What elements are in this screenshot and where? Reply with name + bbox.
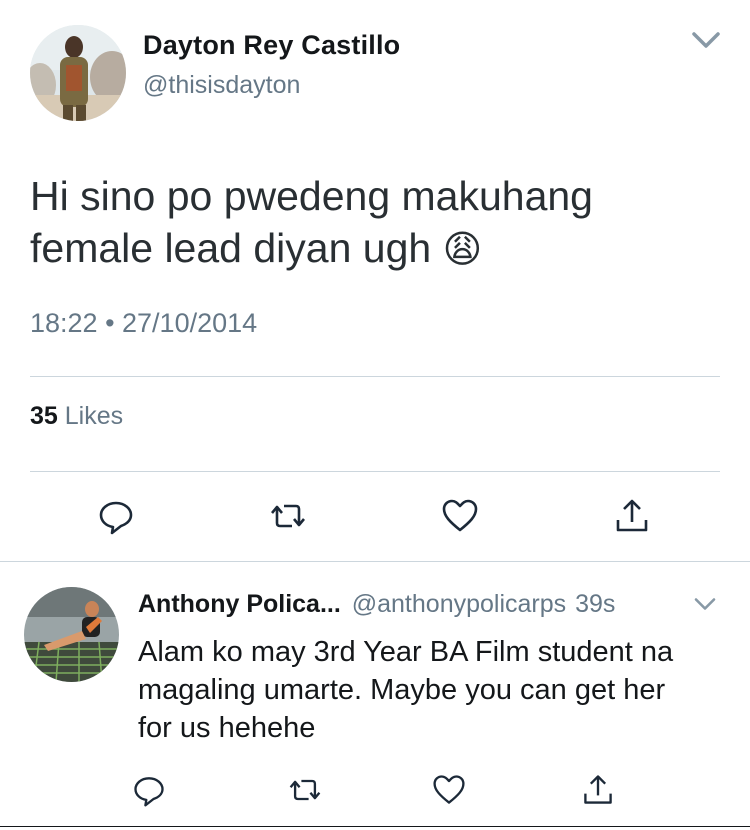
tweet-text-content: Hi sino po pwedeng makuhang female lead …: [30, 173, 593, 271]
chevron-down-icon[interactable]: [686, 22, 726, 58]
retweet-icon[interactable]: [268, 496, 308, 536]
like-icon[interactable]: [440, 496, 480, 536]
tweet-timestamp: 18:22 • 27/10/2014: [30, 308, 258, 338]
share-icon[interactable]: [612, 496, 652, 536]
avatar-anthony[interactable]: [24, 587, 119, 682]
likes-label: Likes: [64, 402, 124, 430]
avatar-dayton[interactable]: [30, 25, 126, 121]
tweet-separator: [0, 561, 750, 562]
reply-share-icon[interactable]: [580, 772, 616, 808]
bottom-edge-divider: [0, 826, 750, 827]
divider-bottom: [30, 471, 720, 472]
reply-retweet-icon[interactable]: [287, 772, 323, 808]
divider-top: [30, 376, 720, 377]
reply-chevron-down-icon[interactable]: [690, 590, 720, 618]
tweet-text: Hi sino po pwedeng makuhang female lead …: [30, 170, 670, 276]
reply-author-handle[interactable]: @anthonypolicarps: [352, 590, 566, 618]
likes-stat[interactable]: 35 Likes: [30, 402, 123, 431]
reply-author-name[interactable]: Anthony Polica...: [138, 590, 341, 618]
reply-like-icon[interactable]: [431, 772, 467, 808]
reply-header: Anthony Polica... @anthonypolicarps 39s: [138, 590, 683, 619]
reply-time: 39s: [575, 590, 616, 618]
likes-count: 35: [30, 402, 58, 430]
author-handle[interactable]: @thisisdayton: [143, 71, 300, 100]
reply-icon[interactable]: [96, 496, 136, 536]
weary-face-emoji: 😩: [442, 229, 483, 271]
author-name[interactable]: Dayton Rey Castillo: [143, 30, 400, 61]
reply-reply-icon[interactable]: [131, 772, 167, 808]
reply-text: Alam ko may 3rd Year BA Film student na …: [138, 636, 674, 744]
